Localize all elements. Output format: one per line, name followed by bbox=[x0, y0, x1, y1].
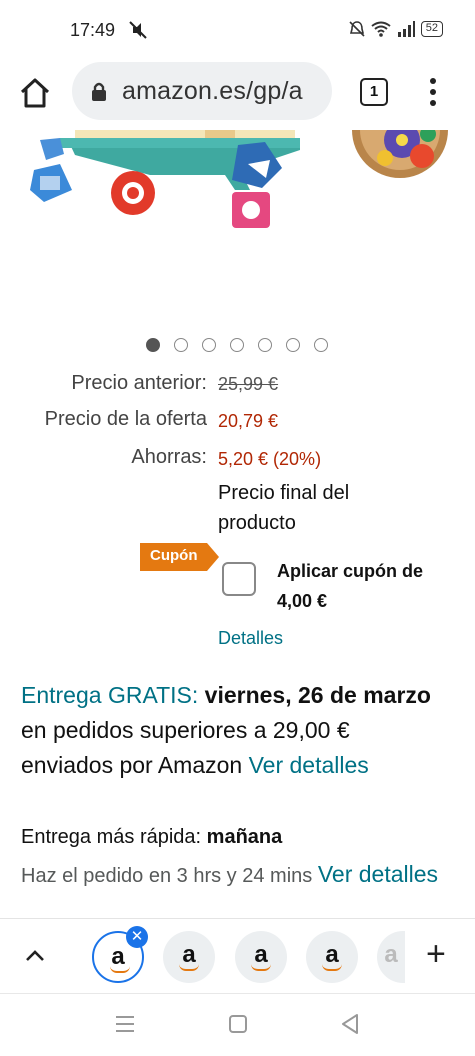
savings-label: Ahorras: bbox=[131, 446, 207, 468]
final-price-line1: Precio final del bbox=[218, 482, 350, 504]
coupon-badge: Cupón bbox=[140, 543, 221, 571]
recent-apps-icon[interactable] bbox=[114, 1014, 136, 1034]
savings-value: 5,20 € (20%) bbox=[218, 449, 322, 469]
tab-amazon[interactable]: a bbox=[235, 931, 287, 983]
final-price-line2: producto bbox=[218, 512, 296, 534]
tab-strip: a ✕ a a a a + bbox=[0, 918, 475, 993]
system-navigation-bar bbox=[0, 993, 475, 1056]
carousel-dot[interactable] bbox=[314, 338, 328, 352]
old-price-value: 25,99 € bbox=[218, 374, 279, 394]
carousel-dot[interactable] bbox=[174, 338, 188, 352]
chevron-up-icon[interactable] bbox=[22, 945, 48, 965]
fast-delivery-details-link[interactable]: Ver detalles bbox=[318, 861, 438, 887]
apply-coupon-label[interactable]: Aplicar cupón de 4,00 € bbox=[277, 556, 457, 616]
home-nav-icon[interactable] bbox=[228, 1014, 248, 1034]
alarm-off-icon bbox=[349, 21, 365, 37]
apply-coupon-checkbox[interactable] bbox=[222, 562, 256, 596]
mute-icon bbox=[129, 21, 147, 39]
close-tab-icon[interactable]: ✕ bbox=[126, 926, 148, 948]
browser-toolbar: amazon.es/gp/a 1 bbox=[0, 60, 475, 130]
home-icon[interactable] bbox=[18, 76, 52, 110]
back-nav-icon[interactable] bbox=[340, 1013, 360, 1035]
offer-price-value: 20,79 € bbox=[218, 411, 279, 431]
carousel-dot[interactable] bbox=[286, 338, 300, 352]
lock-icon bbox=[92, 82, 106, 101]
overflow-menu-icon[interactable] bbox=[422, 76, 444, 108]
free-delivery-label: Entrega GRATIS: bbox=[21, 682, 199, 708]
signal-icon bbox=[397, 21, 415, 37]
battery-icon: 52 bbox=[420, 21, 443, 37]
carousel-dot[interactable] bbox=[146, 338, 160, 352]
url-text: amazon.es/gp/a bbox=[122, 76, 303, 105]
carousel-dot[interactable] bbox=[230, 338, 244, 352]
fast-delivery-label: Entrega más rápida: bbox=[21, 826, 202, 848]
clock: 17:49 bbox=[70, 20, 116, 40]
carousel-dot[interactable] bbox=[258, 338, 272, 352]
new-tab-icon[interactable]: + bbox=[426, 937, 446, 971]
product-image-carousel[interactable] bbox=[0, 130, 475, 330]
final-price-note: Precio final del producto bbox=[218, 478, 349, 538]
tab-amazon[interactable]: a bbox=[306, 931, 358, 983]
address-bar[interactable]: amazon.es/gp/a bbox=[72, 62, 332, 120]
carousel-dot[interactable] bbox=[202, 338, 216, 352]
tab-amazon-partial[interactable]: a bbox=[377, 931, 405, 983]
fast-delivery-when: mañana bbox=[206, 826, 283, 848]
delivery-details-link[interactable]: Ver detalles bbox=[249, 752, 369, 778]
fast-delivery: Entrega más rápida: mañana bbox=[21, 826, 282, 849]
wifi-icon bbox=[371, 21, 391, 37]
delivery-info: Entrega GRATIS: viernes, 26 de marzo en … bbox=[21, 678, 441, 783]
status-bar: 17:49 52 bbox=[0, 0, 475, 60]
product-image bbox=[30, 130, 448, 228]
tab-switcher-button[interactable]: 1 bbox=[360, 78, 388, 106]
order-deadline: Haz el pedido en 3 hrs y 24 mins Ver det… bbox=[21, 858, 451, 892]
tab-amazon[interactable]: a bbox=[163, 931, 215, 983]
delivery-date: viernes, 26 de marzo bbox=[204, 682, 431, 708]
order-deadline-text: Haz el pedido en 3 hrs y 24 mins bbox=[21, 865, 313, 887]
old-price-label: Precio anterior: bbox=[71, 372, 207, 394]
carousel-indicators bbox=[146, 338, 328, 352]
offer-price-label: Precio de la oferta bbox=[44, 408, 207, 430]
system-icons: 52 bbox=[349, 20, 443, 38]
amazon-logo-icon: a bbox=[384, 941, 398, 968]
coupon-details-link[interactable]: Detalles bbox=[218, 628, 283, 649]
